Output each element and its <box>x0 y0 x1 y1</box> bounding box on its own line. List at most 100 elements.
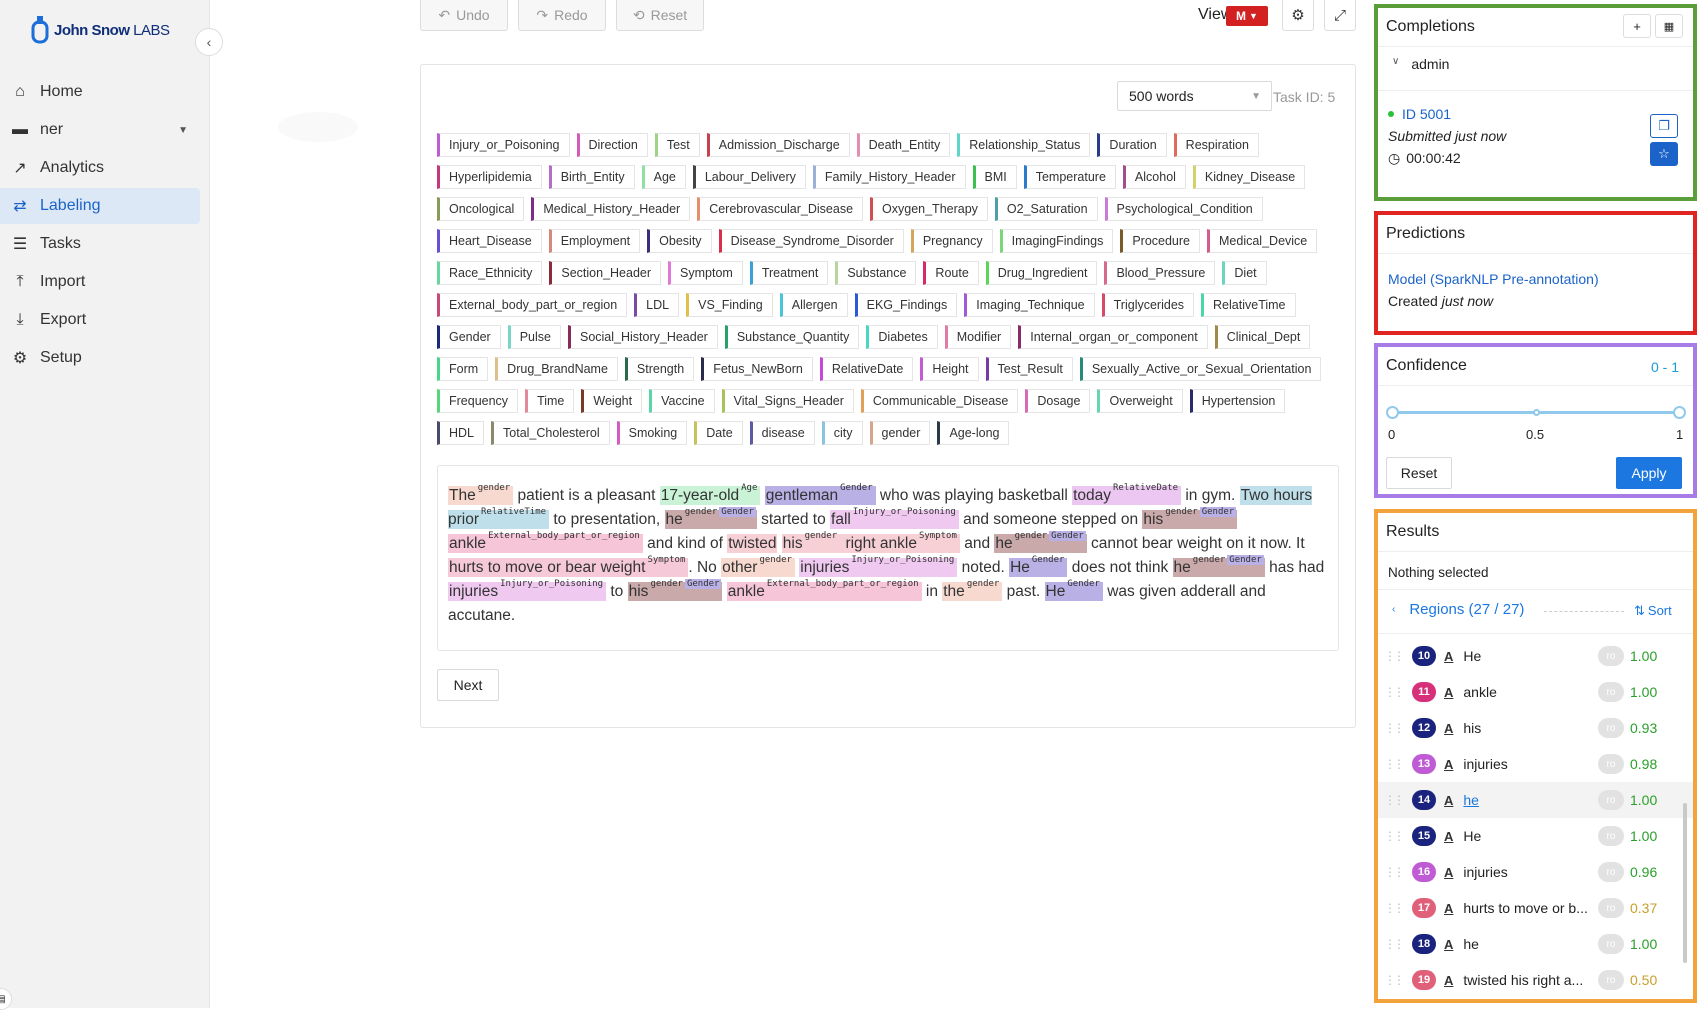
label-chip[interactable]: Triglycerides <box>1101 293 1195 317</box>
label-chip[interactable]: Sexually_Active_or_Sexual_Orientation <box>1079 357 1322 381</box>
region-row[interactable]: ⋮⋮ 12 Ahis ro 0.93 <box>1378 710 1693 746</box>
annotated-text[interactable]: The gender patient is a pleasant 17-year-… <box>437 465 1339 651</box>
label-chip[interactable]: BMI <box>972 165 1017 189</box>
label-chip[interactable]: ImagingFindings <box>999 229 1114 253</box>
label-chip[interactable]: Vital_Signs_Header <box>721 389 854 413</box>
label-chip[interactable]: Heart_Disease <box>437 229 542 253</box>
region-row[interactable]: ⋮⋮ 17 Ahurts to move or b... ro 0.37 <box>1378 890 1693 926</box>
label-chip[interactable]: External_body_part_or_region <box>437 293 628 317</box>
entity-span[interactable]: ankle External_body_part_or_region <box>448 531 643 553</box>
label-chip[interactable]: Internal_organ_or_component <box>1018 325 1208 349</box>
label-chip[interactable]: Age <box>641 165 686 189</box>
reset-button[interactable]: ⟲ Reset <box>616 0 704 31</box>
label-chip[interactable]: gender <box>869 421 931 445</box>
label-chip[interactable]: Diet <box>1222 261 1267 285</box>
entity-span[interactable]: he gender Gender <box>1172 555 1265 577</box>
entity-span[interactable]: his gender Gender <box>1142 507 1238 529</box>
label-chip[interactable]: Death_Entity <box>856 133 951 157</box>
entity-span[interactable]: injuries Injury_or_Poisoning <box>799 555 958 577</box>
label-chip[interactable]: Modifier <box>944 325 1012 349</box>
region-row[interactable]: ⋮⋮ 11 Aankle ro 1.00 <box>1378 674 1693 710</box>
entity-span[interactable]: he gender Gender <box>994 531 1087 553</box>
star-completion-button[interactable]: ☆ <box>1650 142 1678 166</box>
drag-handle-icon[interactable]: ⋮⋮ <box>1384 937 1405 951</box>
label-chip[interactable]: RelativeTime <box>1201 293 1296 317</box>
label-chip[interactable]: Test_Result <box>985 357 1073 381</box>
label-chip[interactable]: disease <box>749 421 815 445</box>
entity-span[interactable]: ankle External_body_part_or_region <box>726 579 922 601</box>
region-row[interactable]: ⋮⋮ 14 Ahe ro 1.00 <box>1378 782 1693 818</box>
undo-button[interactable]: ↶ Undo <box>420 0 508 31</box>
label-chip[interactable]: EKG_Findings <box>854 293 958 317</box>
label-chip[interactable]: Temperature <box>1023 165 1116 189</box>
label-chip[interactable]: Pregnancy <box>910 229 993 253</box>
entity-span[interactable]: his gender Gender <box>627 579 723 601</box>
region-row[interactable]: ⋮⋮ 16 Ainjuries ro 0.96 <box>1378 854 1693 890</box>
sidebar-item-home[interactable]: ⌂ Home <box>0 74 200 110</box>
label-chip[interactable]: Admission_Discharge <box>706 133 850 157</box>
label-chip[interactable]: Communicable_Disease <box>860 389 1019 413</box>
label-chip[interactable]: Substance_Quantity <box>724 325 860 349</box>
label-chip[interactable]: Fetus_NewBorn <box>701 357 813 381</box>
sidebar-item-import[interactable]: ⤒ Import <box>0 264 200 300</box>
entity-span[interactable]: The gender <box>448 483 514 505</box>
compare-button[interactable]: ▦ <box>1655 14 1683 38</box>
region-row[interactable]: ⋮⋮ 10 A He ro 1.00 <box>1378 638 1693 674</box>
sidebar-item-analytics[interactable]: ↗ Analytics <box>0 150 200 186</box>
label-chip[interactable]: Drug_Ingredient <box>985 261 1098 285</box>
label-chip[interactable]: Form <box>437 357 489 381</box>
drag-handle-icon[interactable]: ⋮⋮ <box>1384 973 1405 987</box>
label-chip[interactable]: Labour_Delivery <box>692 165 806 189</box>
label-chip[interactable]: Family_History_Header <box>812 165 966 189</box>
label-chip[interactable]: Allergen <box>779 293 848 317</box>
label-chip[interactable]: Date <box>694 421 743 445</box>
label-chip[interactable]: Social_History_Header <box>567 325 718 349</box>
region-row[interactable]: ⋮⋮ 19 Atwisted his right a... ro 0.50 <box>1378 962 1693 998</box>
label-chip[interactable]: LDL <box>634 293 680 317</box>
redo-button[interactable]: ↷ Redo <box>518 0 606 31</box>
drag-handle-icon[interactable]: ⋮⋮ <box>1384 649 1405 663</box>
sidebar-item-ner[interactable]: ▬ ner ▼ <box>0 112 200 148</box>
label-chip[interactable]: Symptom <box>668 261 743 285</box>
view-as-dropdown[interactable]: M ▼ <box>1226 6 1268 26</box>
label-chip[interactable]: Psychological_Condition <box>1104 197 1263 221</box>
fullscreen-button[interactable]: ⤢ <box>1324 0 1356 31</box>
settings-button[interactable]: ⚙ <box>1282 0 1314 31</box>
next-button[interactable]: Next <box>437 669 499 701</box>
entity-span[interactable]: hurts to move or bear weight Symptom <box>448 555 689 577</box>
label-chip[interactable]: Disease_Syndrome_Disorder <box>718 229 904 253</box>
entity-span[interactable]: He Gender <box>1009 555 1068 577</box>
regions-toggle[interactable]: ‹ Regions (27 / 27) <box>1392 601 1524 618</box>
label-chip[interactable]: Diabetes <box>866 325 938 349</box>
label-chip[interactable]: Height <box>920 357 979 381</box>
label-chip[interactable]: Injury_or_Poisoning <box>437 133 570 157</box>
entity-span[interactable]: the gender <box>942 579 1003 601</box>
label-chip[interactable]: Test <box>654 133 700 157</box>
copy-completion-button[interactable]: ❐ <box>1650 114 1678 138</box>
label-chip[interactable]: Direction <box>576 133 648 157</box>
prediction-model-link[interactable]: Model (SparkNLP Pre-annotation) <box>1388 271 1599 287</box>
label-chip[interactable]: Alcohol <box>1122 165 1186 189</box>
label-chip[interactable]: Strength <box>624 357 695 381</box>
completion-user-row[interactable]: ∨ admin <box>1392 56 1449 72</box>
words-per-page-select[interactable]: 500 words ▼ <box>1117 81 1272 111</box>
label-chip[interactable]: Vaccine <box>649 389 715 413</box>
label-chip[interactable]: Substance <box>835 261 917 285</box>
drag-handle-icon[interactable]: ⋮⋮ <box>1384 901 1405 915</box>
label-chip[interactable]: Gender <box>437 325 501 349</box>
entity-span[interactable]: He Gender <box>1044 579 1103 601</box>
label-chip[interactable]: Weight <box>581 389 643 413</box>
entity-span[interactable]: 17-year-old Age <box>659 483 761 505</box>
label-chip[interactable]: Race_Ethnicity <box>437 261 543 285</box>
label-chip[interactable]: Smoking <box>616 421 688 445</box>
entity-span[interactable]: other gender <box>721 555 795 577</box>
label-chip[interactable]: Section_Header <box>549 261 662 285</box>
entity-span[interactable]: today RelativeDate <box>1072 483 1182 505</box>
label-chip[interactable]: Relationship_Status <box>957 133 1091 157</box>
entity-span[interactable]: fall Injury_or_Poisoning <box>830 507 959 529</box>
label-chip[interactable]: Clinical_Dept <box>1214 325 1311 349</box>
label-chip[interactable]: Overweight <box>1097 389 1183 413</box>
label-chip[interactable]: Pulse <box>507 325 561 349</box>
label-chip[interactable]: Cerebrovascular_Disease <box>697 197 864 221</box>
label-chip[interactable]: Medical_Device <box>1207 229 1318 253</box>
